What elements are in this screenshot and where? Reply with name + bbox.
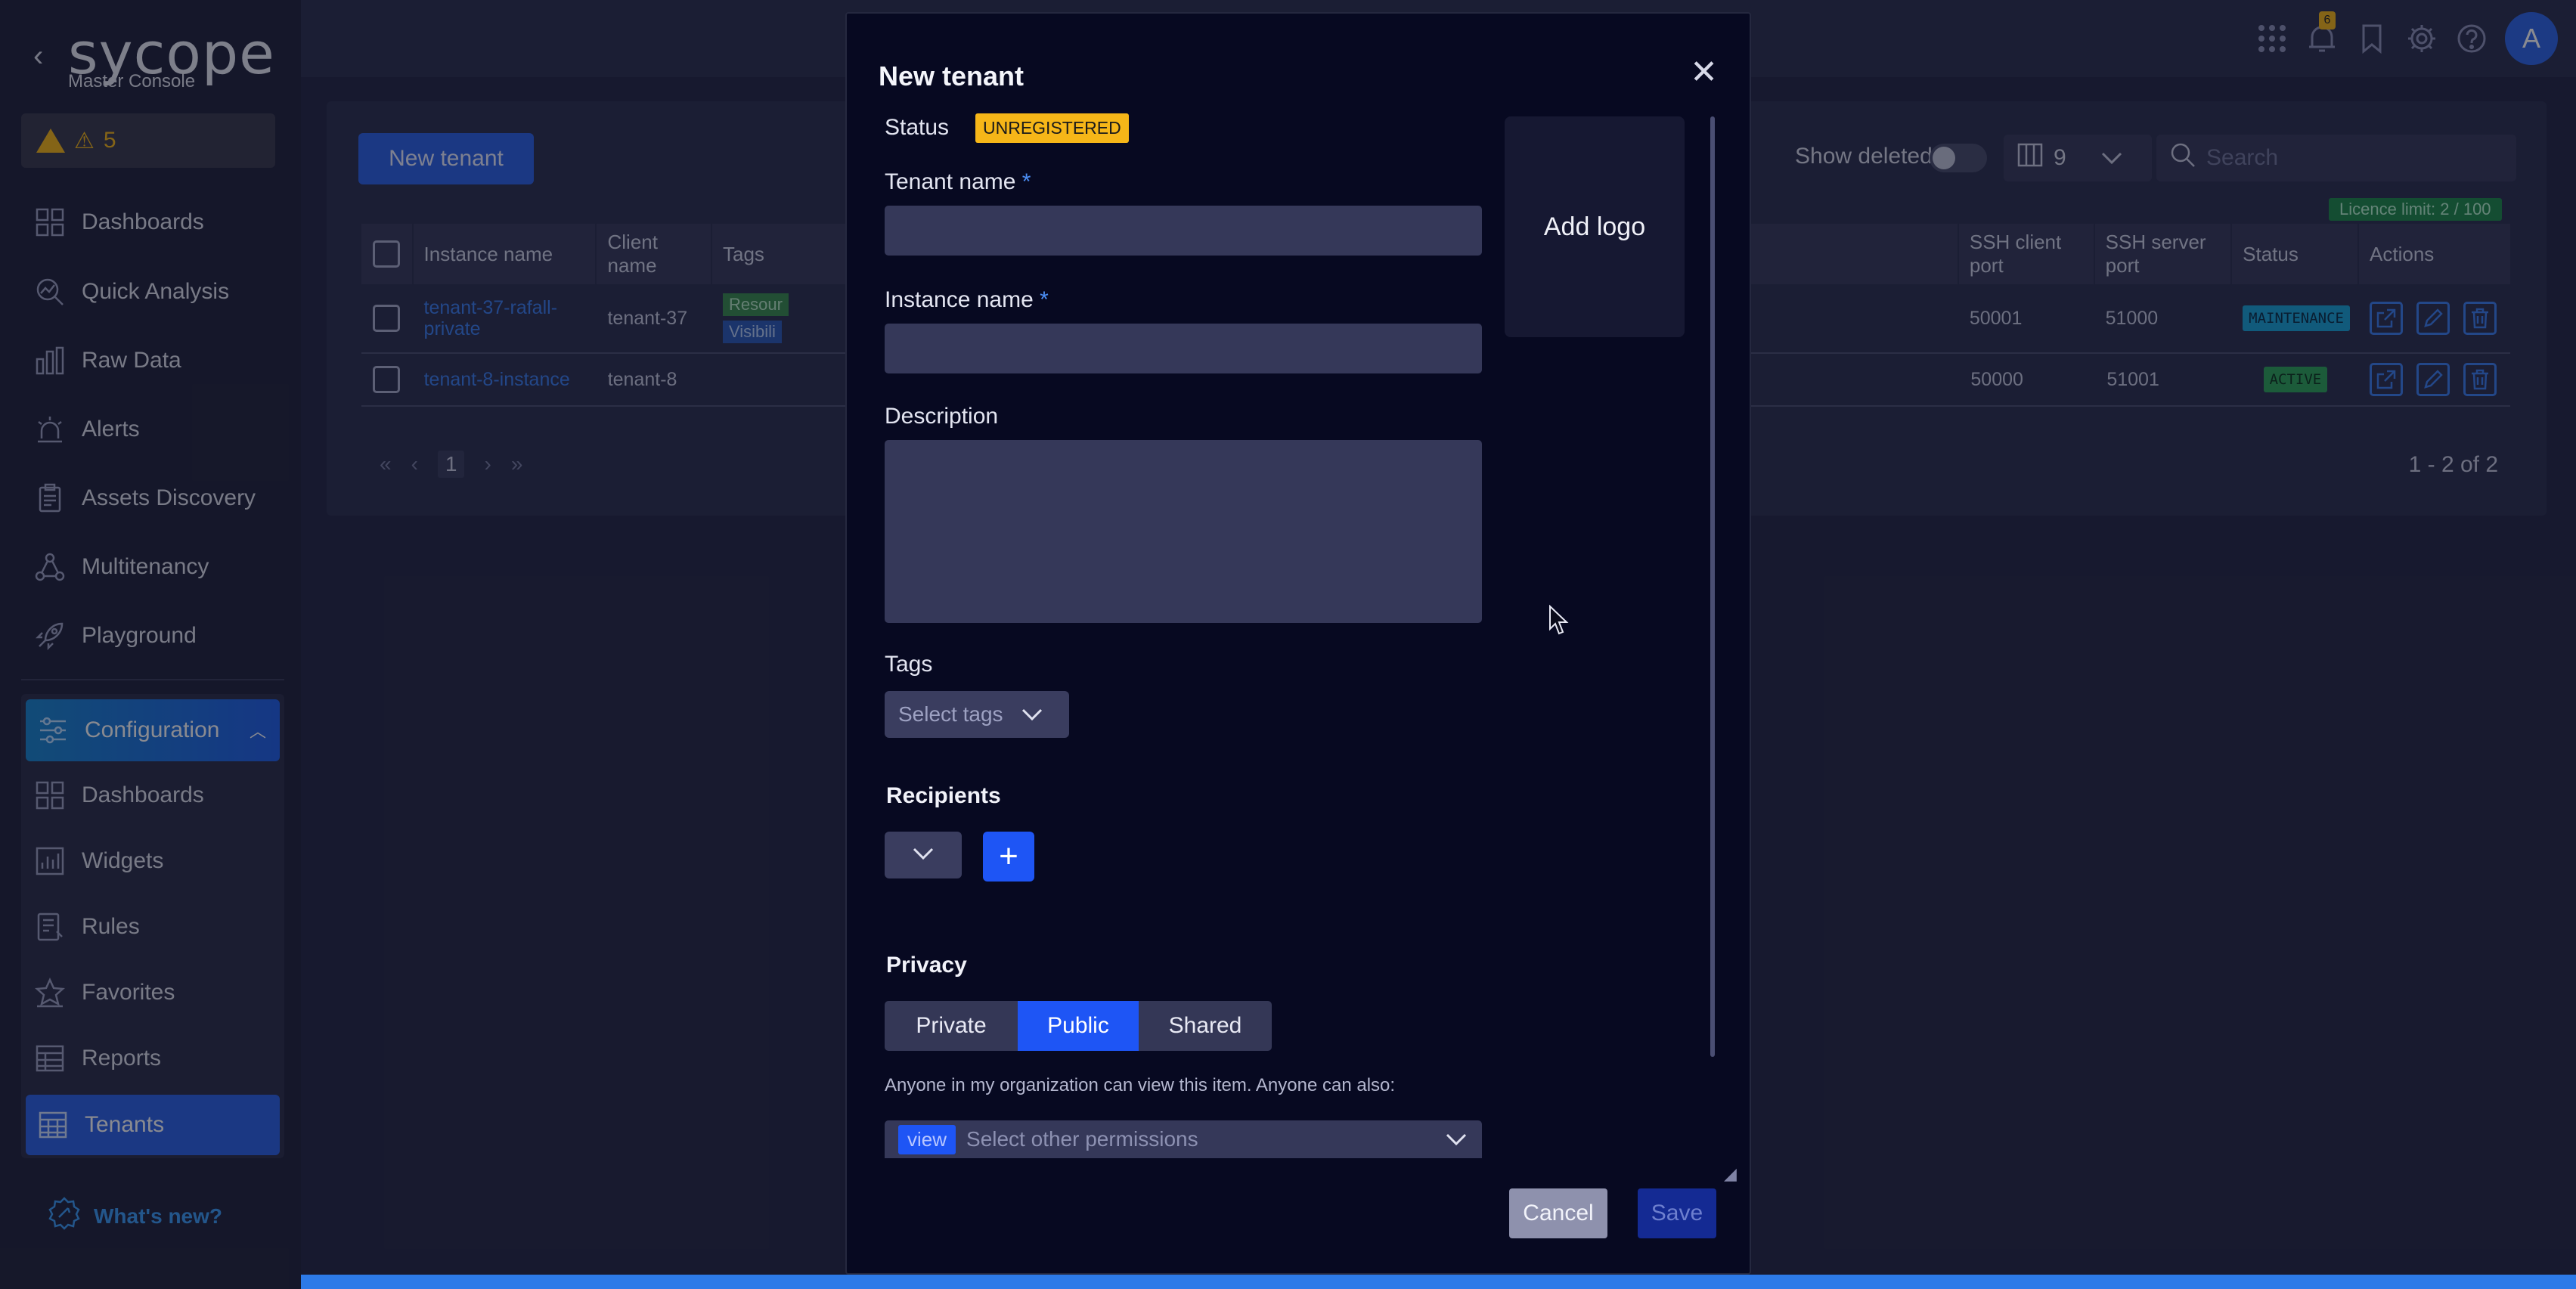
tags-placeholder: Select tags — [898, 702, 1003, 726]
instance-name-input[interactable] — [885, 324, 1482, 373]
add-logo-button[interactable]: Add logo — [1505, 116, 1685, 337]
status-label: Status — [885, 115, 950, 140]
tenant-name-input[interactable] — [885, 206, 1482, 256]
add-recipient-button[interactable]: + — [983, 832, 1034, 882]
bottom-accent-strip — [301, 1275, 2576, 1289]
chevron-down-icon — [913, 847, 934, 864]
new-tenant-dialog: New tenant ✕ Status UNREGISTERED Tenant … — [845, 12, 1751, 1275]
required-mark: * — [1021, 169, 1031, 194]
instance-name-label-text: Instance name — [885, 287, 1034, 312]
privacy-public-button[interactable]: Public — [1018, 1001, 1139, 1051]
description-textarea[interactable] — [885, 440, 1482, 623]
tenant-name-label: Tenant name * — [885, 169, 1031, 195]
permission-chip: view — [898, 1124, 956, 1154]
chevron-down-icon — [1021, 702, 1043, 727]
resize-handle-icon[interactable]: ◢ — [1724, 1164, 1737, 1184]
recipients-select[interactable] — [885, 832, 962, 878]
close-icon[interactable]: ✕ — [1690, 53, 1718, 91]
privacy-segmented-control: Private Public Shared — [885, 1001, 1272, 1051]
tags-label: Tags — [885, 652, 933, 677]
mouse-cursor-icon — [1548, 604, 1570, 640]
privacy-heading: Privacy — [886, 953, 967, 978]
privacy-note: Anyone in my organization can view this … — [885, 1075, 1396, 1095]
required-mark: * — [1040, 287, 1049, 312]
cancel-button[interactable]: Cancel — [1509, 1188, 1607, 1238]
tenant-name-label-text: Tenant name — [885, 169, 1016, 194]
dialog-scrollbar[interactable] — [1710, 116, 1715, 1057]
privacy-private-button[interactable]: Private — [885, 1001, 1018, 1051]
description-label: Description — [885, 404, 999, 429]
tags-select[interactable]: Select tags — [885, 691, 1069, 738]
permissions-select[interactable]: view Select other permissions — [885, 1120, 1482, 1158]
permissions-placeholder: Select other permissions — [966, 1127, 1198, 1151]
instance-name-label: Instance name * — [885, 287, 1049, 313]
dialog-title: New tenant — [879, 60, 1025, 91]
privacy-shared-button[interactable]: Shared — [1139, 1001, 1272, 1051]
chevron-down-icon — [1446, 1127, 1467, 1151]
status-badge: UNREGISTERED — [975, 113, 1129, 143]
plus-icon: + — [999, 838, 1018, 875]
recipients-heading: Recipients — [886, 783, 1001, 808]
save-button[interactable]: Save — [1638, 1188, 1716, 1238]
